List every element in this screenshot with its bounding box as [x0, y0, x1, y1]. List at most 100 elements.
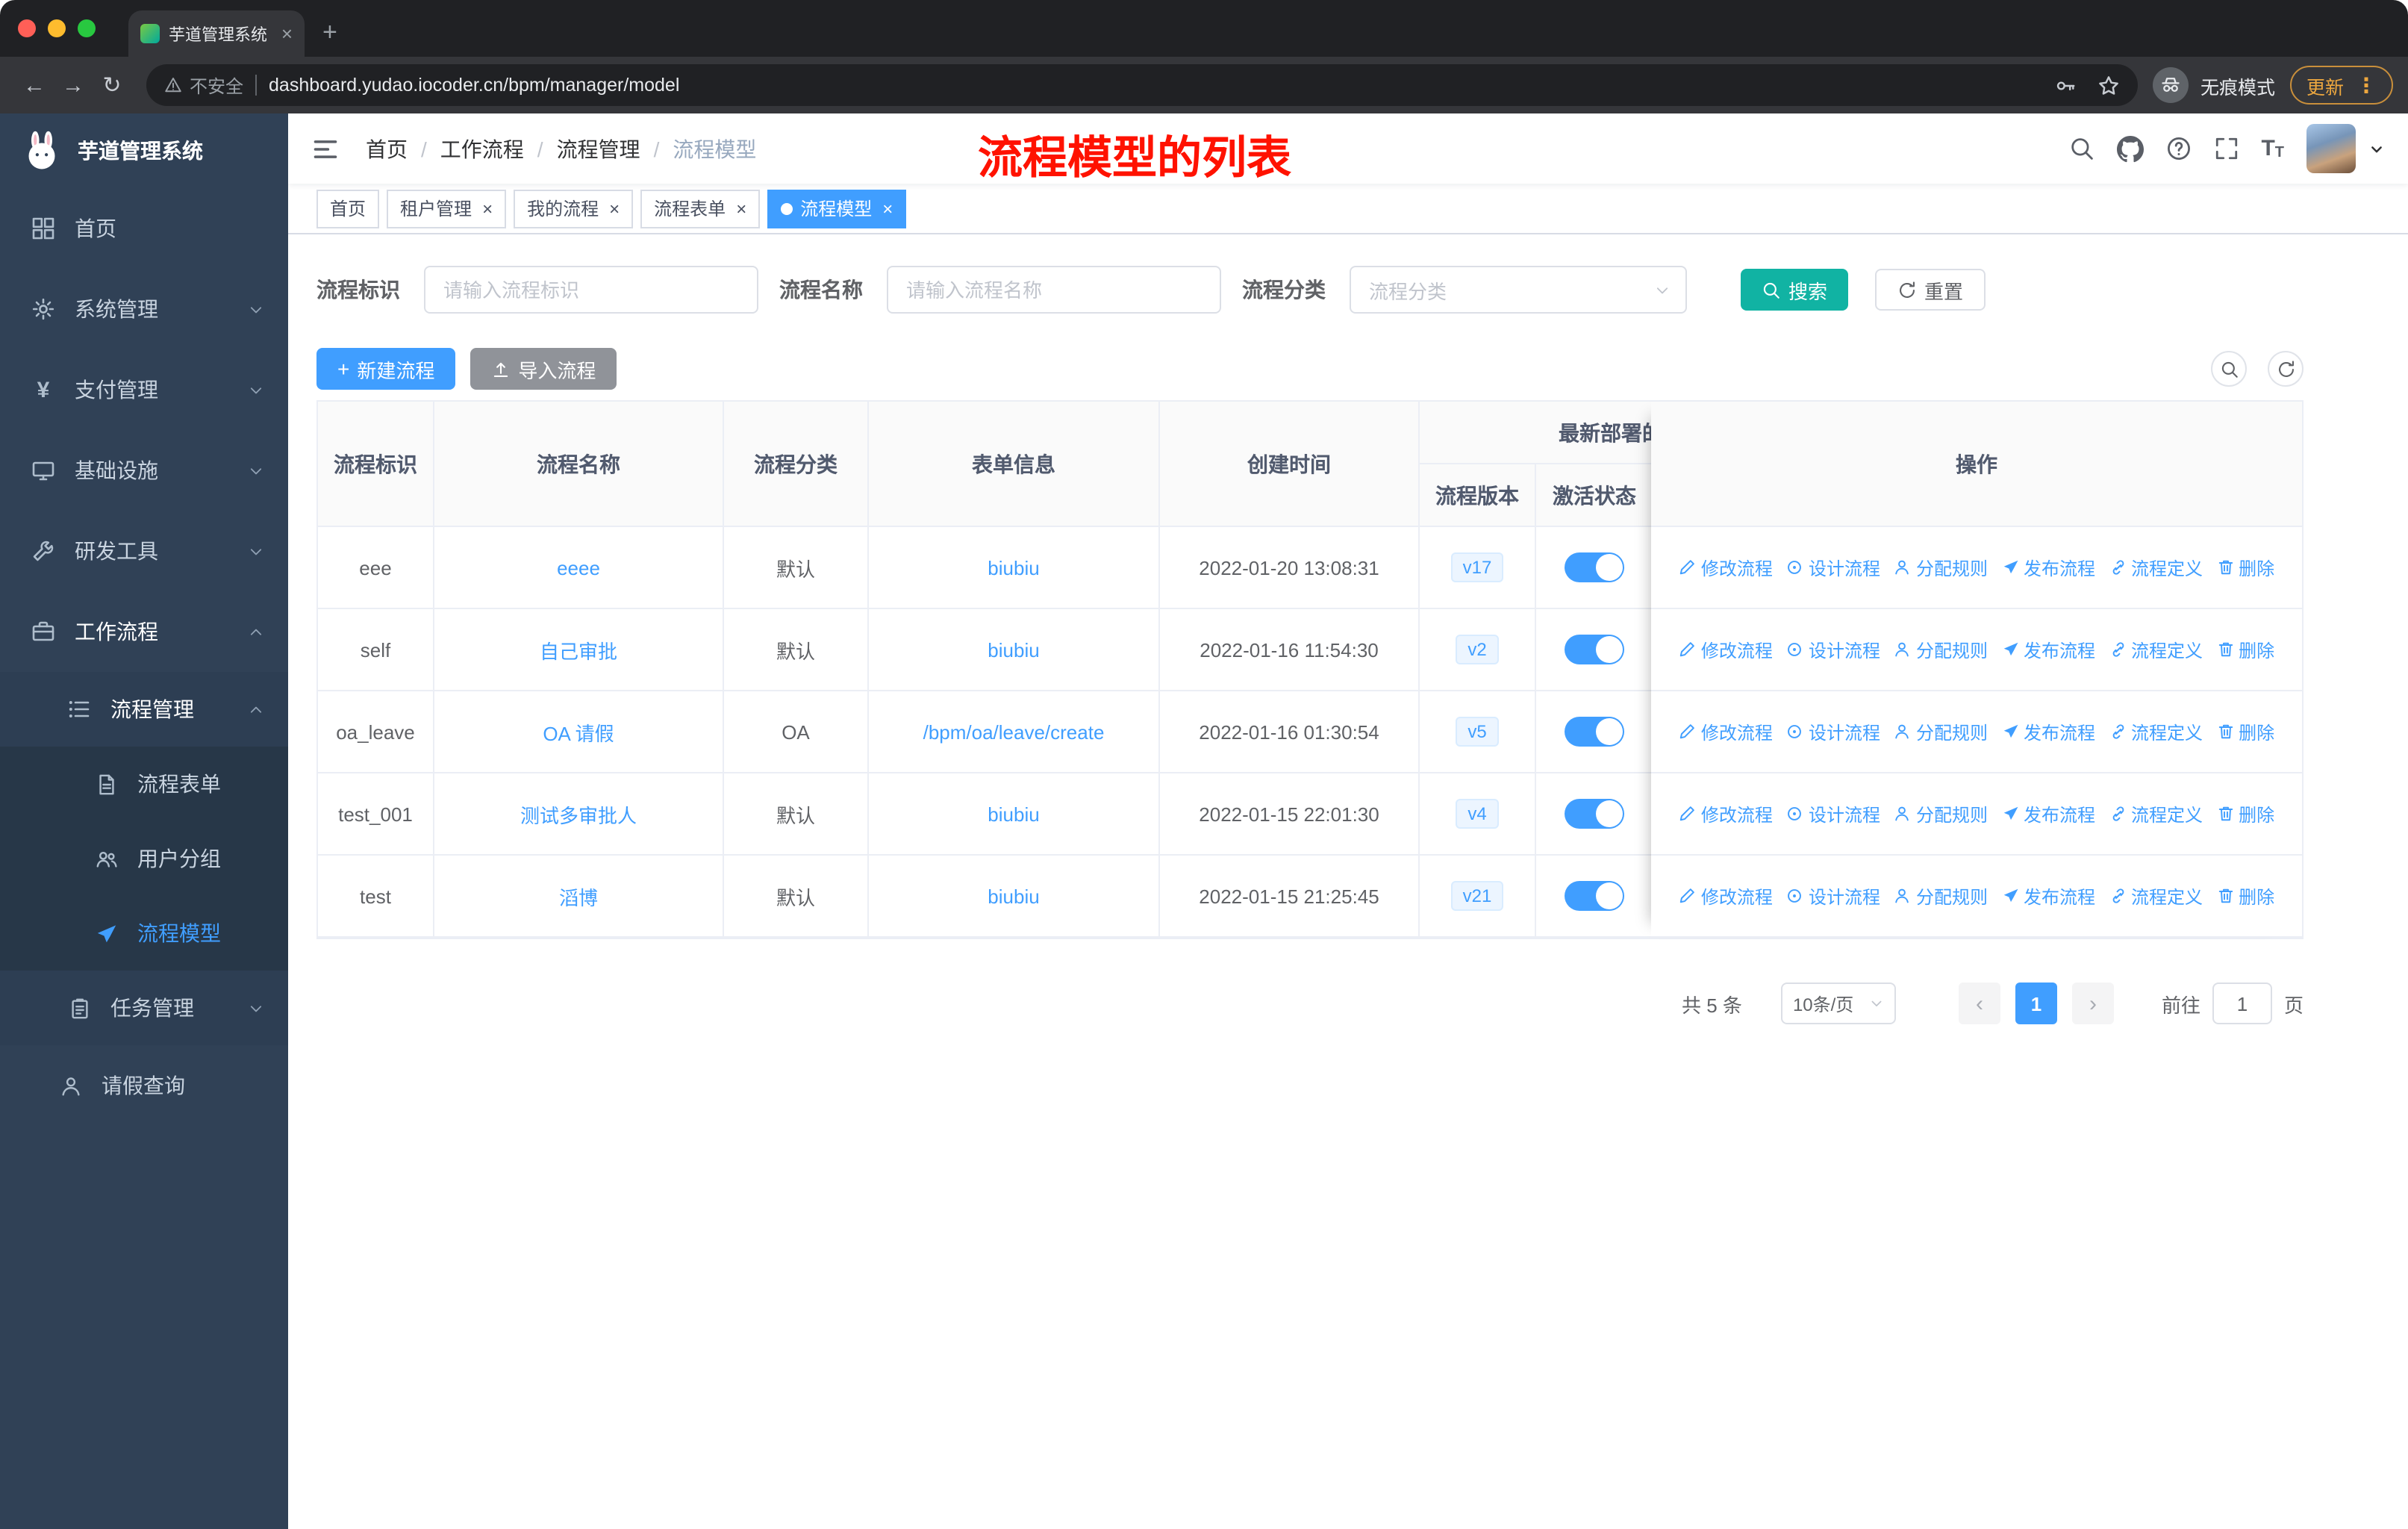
process-key-input[interactable]: [424, 266, 758, 314]
goto-page-input[interactable]: [2212, 983, 2272, 1024]
sidebar-item-home[interactable]: 首页: [0, 188, 288, 269]
close-icon[interactable]: ×: [882, 198, 893, 219]
breadcrumb-item[interactable]: 工作流程: [440, 134, 524, 164]
reset-button[interactable]: 重置: [1875, 269, 1986, 311]
publish-process-action[interactable]: 发布流程: [2001, 801, 2095, 826]
active-toggle[interactable]: [1565, 552, 1624, 582]
publish-process-action[interactable]: 发布流程: [2001, 637, 2095, 662]
font-size-icon[interactable]: TT: [2261, 136, 2284, 161]
sidebar-item-task-mgmt[interactable]: 任务管理: [0, 971, 288, 1045]
close-window-button[interactable]: [18, 19, 36, 37]
search-icon[interactable]: [2068, 136, 2094, 161]
password-key-icon[interactable]: [2054, 74, 2077, 96]
back-icon[interactable]: ←: [15, 66, 54, 105]
sidebar-item-leave-query[interactable]: 请假查询: [0, 1045, 288, 1126]
design-process-action[interactable]: 设计流程: [1786, 801, 1880, 826]
tag-tenant[interactable]: 租户管理 ×: [387, 189, 507, 228]
page-size-select[interactable]: 10条/页: [1780, 983, 1896, 1024]
page-number[interactable]: 1: [2015, 983, 2057, 1024]
sidebar-item-infra[interactable]: 基础设施: [0, 430, 288, 511]
avatar[interactable]: [2306, 124, 2356, 173]
assign-rule-action[interactable]: 分配规则: [1894, 555, 1988, 580]
sidebar-item-user-group[interactable]: 用户分组: [0, 821, 288, 896]
import-process-button[interactable]: 导入流程: [470, 348, 617, 390]
assign-rule-action[interactable]: 分配规则: [1894, 883, 1988, 909]
active-toggle[interactable]: [1565, 799, 1624, 829]
process-name-input[interactable]: [887, 266, 1221, 314]
sidebar-item-process-model[interactable]: 流程模型: [0, 896, 288, 971]
hamburger-icon[interactable]: [312, 135, 339, 162]
process-definition-action[interactable]: 流程定义: [2109, 555, 2203, 580]
publish-process-action[interactable]: 发布流程: [2001, 555, 2095, 580]
tag-my-process[interactable]: 我的流程 ×: [514, 189, 634, 228]
refresh-table-icon[interactable]: [2268, 351, 2303, 387]
sidebar-item-payment[interactable]: ¥ 支付管理: [0, 349, 288, 430]
process-name-link[interactable]: 自己审批: [540, 635, 617, 664]
publish-process-action[interactable]: 发布流程: [2001, 719, 2095, 744]
delete-action[interactable]: 删除: [2216, 801, 2274, 826]
breadcrumb-item[interactable]: 首页: [366, 134, 408, 164]
help-icon[interactable]: [2165, 136, 2191, 161]
browser-menu-icon[interactable]: ⋮: [2356, 72, 2377, 98]
forward-icon[interactable]: →: [54, 66, 93, 105]
active-toggle[interactable]: [1565, 717, 1624, 747]
process-name-link[interactable]: OA 请假: [543, 717, 614, 746]
close-icon[interactable]: ×: [609, 198, 620, 219]
reload-icon[interactable]: ↻: [93, 66, 131, 105]
edit-process-action[interactable]: 修改流程: [1679, 555, 1773, 580]
delete-action[interactable]: 删除: [2216, 883, 2274, 909]
process-name-link[interactable]: 测试多审批人: [520, 800, 637, 828]
breadcrumb-item[interactable]: 流程管理: [557, 134, 640, 164]
tag-process-form[interactable]: 流程表单 ×: [640, 189, 761, 228]
tab-close-icon[interactable]: ×: [281, 24, 293, 43]
incognito-badge[interactable]: 无痕模式: [2152, 67, 2275, 103]
github-icon[interactable]: [2116, 135, 2144, 162]
assign-rule-action[interactable]: 分配规则: [1894, 637, 1988, 662]
publish-process-action[interactable]: 发布流程: [2001, 883, 2095, 909]
edit-process-action[interactable]: 修改流程: [1679, 883, 1773, 909]
delete-action[interactable]: 删除: [2216, 555, 2274, 580]
fullscreen-icon[interactable]: [2213, 136, 2239, 161]
sidebar-item-workflow[interactable]: 工作流程: [0, 591, 288, 672]
process-name-link[interactable]: 滔博: [559, 882, 598, 910]
close-icon[interactable]: ×: [482, 198, 493, 219]
design-process-action[interactable]: 设计流程: [1786, 555, 1880, 580]
search-button[interactable]: 搜索: [1741, 269, 1849, 311]
process-definition-action[interactable]: 流程定义: [2109, 801, 2203, 826]
form-info-link[interactable]: biubiu: [988, 638, 1039, 661]
sidebar-item-system[interactable]: 系统管理: [0, 269, 288, 349]
minimize-window-button[interactable]: [48, 19, 66, 37]
browser-tab[interactable]: 芋道管理系统 ×: [128, 10, 305, 57]
address-bar[interactable]: 不安全 dashboard.yudao.iocoder.cn/bpm/manag…: [146, 64, 2138, 106]
active-toggle[interactable]: [1565, 635, 1624, 664]
toggle-search-icon[interactable]: [2211, 351, 2247, 387]
form-info-link[interactable]: biubiu: [988, 556, 1039, 579]
close-icon[interactable]: ×: [736, 198, 746, 219]
process-definition-action[interactable]: 流程定义: [2109, 719, 2203, 744]
zoom-window-button[interactable]: [78, 19, 96, 37]
process-definition-action[interactable]: 流程定义: [2109, 883, 2203, 909]
edit-process-action[interactable]: 修改流程: [1679, 637, 1773, 662]
new-tab-button[interactable]: +: [322, 18, 337, 48]
tag-process-model[interactable]: 流程模型 ×: [767, 189, 907, 228]
assign-rule-action[interactable]: 分配规则: [1894, 801, 1988, 826]
form-info-link[interactable]: biubiu: [988, 803, 1039, 825]
process-definition-action[interactable]: 流程定义: [2109, 637, 2203, 662]
next-page-button[interactable]: ›: [2071, 983, 2114, 1024]
assign-rule-action[interactable]: 分配规则: [1894, 719, 1988, 744]
process-name-link[interactable]: eeee: [557, 556, 600, 579]
security-warning[interactable]: 不安全: [164, 72, 243, 98]
bookmark-star-icon[interactable]: [2097, 74, 2120, 96]
design-process-action[interactable]: 设计流程: [1786, 637, 1880, 662]
app-logo[interactable]: 芋道管理系统: [0, 113, 288, 188]
delete-action[interactable]: 删除: [2216, 637, 2274, 662]
sidebar-item-process-form[interactable]: 流程表单: [0, 747, 288, 821]
browser-update-button[interactable]: 更新 ⋮: [2289, 66, 2393, 105]
category-select[interactable]: 流程分类: [1350, 266, 1687, 314]
form-info-link[interactable]: biubiu: [988, 885, 1039, 907]
prev-page-button[interactable]: ‹: [1958, 983, 2000, 1024]
avatar-caret-icon[interactable]: [2369, 141, 2384, 156]
design-process-action[interactable]: 设计流程: [1786, 883, 1880, 909]
create-process-button[interactable]: + 新建流程: [316, 348, 456, 390]
edit-process-action[interactable]: 修改流程: [1679, 801, 1773, 826]
